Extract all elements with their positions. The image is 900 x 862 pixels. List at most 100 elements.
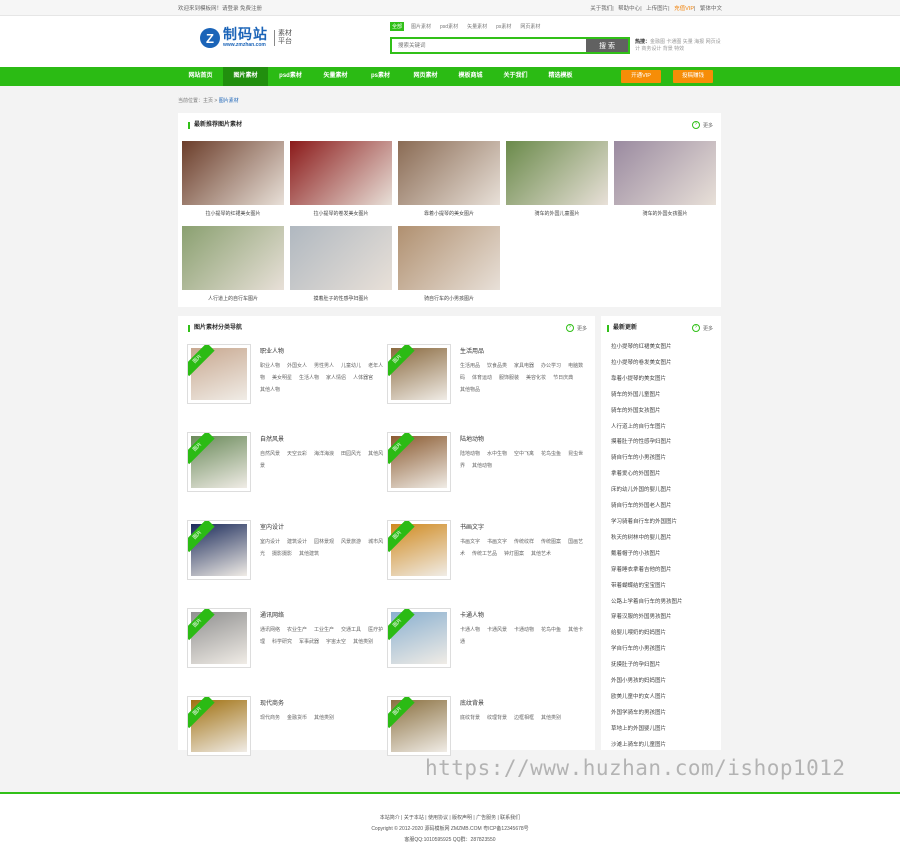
category-tag[interactable]: 空中飞禽 bbox=[514, 451, 534, 457]
category-tag[interactable]: 饮食品类 bbox=[487, 363, 507, 369]
category-tag[interactable]: 卡通动物 bbox=[514, 627, 534, 633]
latest-item[interactable]: 外国学骑车的男孩图片 bbox=[611, 706, 713, 722]
category-name[interactable]: 底纹背景 bbox=[460, 698, 585, 707]
category-tag[interactable]: 书画文字 bbox=[487, 539, 507, 545]
category-tag[interactable]: 花鸟中鱼 bbox=[541, 627, 561, 633]
category-thumbnail[interactable]: 图片 bbox=[387, 432, 451, 492]
recommend-item[interactable]: 骑车的外国儿童图片 bbox=[506, 141, 608, 217]
latest-item[interactable]: 靠着小提琴的美女图片 bbox=[611, 372, 713, 388]
category-tag[interactable]: 传统工艺品 bbox=[472, 551, 497, 557]
category-tag[interactable]: 现代商务 bbox=[260, 715, 280, 721]
recommend-item[interactable]: 拉小提琴的红裙美女图片 bbox=[182, 141, 284, 217]
latest-item[interactable]: 秋天的树林中的婴儿图片 bbox=[611, 531, 713, 547]
recommend-thumbnail[interactable] bbox=[506, 141, 608, 205]
latest-item[interactable]: 骑自行车的小男孩图片 bbox=[611, 451, 713, 467]
category-thumbnail[interactable]: 图片 bbox=[387, 344, 451, 404]
category-tag[interactable]: 边框相框 bbox=[514, 715, 534, 721]
recommend-caption[interactable]: 靠着小提琴的美女图片 bbox=[398, 210, 500, 217]
recommend-caption[interactable]: 骑车的外国儿童图片 bbox=[506, 210, 608, 217]
category-tag[interactable]: 风景旅游 bbox=[341, 539, 361, 545]
category-tag[interactable]: 钟灯图案 bbox=[504, 551, 524, 557]
top-link-about[interactable]: 关于我们 bbox=[590, 6, 612, 12]
category-tag[interactable]: 卡通人物 bbox=[460, 627, 480, 633]
latest-item[interactable]: 拿着爱心的外国图片 bbox=[611, 467, 713, 483]
category-tag[interactable]: 纹理背景 bbox=[487, 715, 507, 721]
search-tab-all[interactable]: 全部 bbox=[390, 22, 405, 31]
category-tag[interactable]: 其他艺术 bbox=[531, 551, 551, 557]
category-tag[interactable]: 金融货币 bbox=[287, 715, 307, 721]
recommend-more-link[interactable]: › 更多 bbox=[691, 121, 713, 129]
category-thumbnail[interactable]: 图片 bbox=[187, 344, 251, 404]
category-name[interactable]: 室内设计 bbox=[260, 522, 385, 531]
category-tag[interactable]: 工业生产 bbox=[314, 627, 334, 633]
category-tag[interactable]: 卡通风景 bbox=[487, 627, 507, 633]
category-tag[interactable]: 园林景观 bbox=[314, 539, 334, 545]
nav-featured[interactable]: 精选模板 bbox=[538, 67, 583, 86]
category-tag[interactable]: 通讯网络 bbox=[260, 627, 280, 633]
latest-item[interactable]: 公路上学着自行车的男孩图片 bbox=[611, 595, 713, 611]
recommend-item[interactable]: 摸着肚子的性感孕妇图片 bbox=[290, 226, 392, 302]
category-name[interactable]: 生活用品 bbox=[460, 346, 585, 355]
recommend-thumbnail[interactable] bbox=[398, 226, 500, 290]
nav-home[interactable]: 网站首页 bbox=[178, 67, 223, 86]
latest-item[interactable]: 欧美儿童中的女人图片 bbox=[611, 690, 713, 706]
nav-ps[interactable]: ps素材 bbox=[358, 67, 403, 86]
category-tag[interactable]: 宇宙太空 bbox=[326, 639, 346, 645]
latest-item[interactable]: 抚摸肚子的孕妇图片 bbox=[611, 658, 713, 674]
recommend-caption[interactable]: 人行道上的自行车图片 bbox=[182, 295, 284, 302]
category-thumbnail[interactable]: 图片 bbox=[187, 432, 251, 492]
latest-item[interactable]: 摸着肚子的性感孕妇图片 bbox=[611, 435, 713, 451]
category-tag[interactable]: 外国女人 bbox=[287, 363, 307, 369]
vip-button[interactable]: 开通VIP bbox=[621, 70, 661, 83]
breadcrumb-home[interactable]: 当前位置：主页 bbox=[178, 98, 213, 104]
category-tag[interactable]: 交通工具 bbox=[341, 627, 361, 633]
latest-item[interactable]: 给婴儿喂奶的妈妈图片 bbox=[611, 626, 713, 642]
latest-item[interactable]: 穿着汉服的外国男孩图片 bbox=[611, 610, 713, 626]
search-tab-vector[interactable]: 矢量素材 bbox=[465, 22, 489, 31]
category-thumbnail[interactable]: 图片 bbox=[187, 520, 251, 580]
category-tag[interactable]: 天空云彩 bbox=[287, 451, 307, 457]
search-button[interactable]: 搜 索 bbox=[586, 39, 628, 52]
category-tag[interactable]: 陆地动物 bbox=[460, 451, 480, 457]
recommend-caption[interactable]: 骑车的外国女孩图片 bbox=[614, 210, 716, 217]
latest-item[interactable]: 骑车的外国儿童图片 bbox=[611, 388, 713, 404]
category-more-link[interactable]: › 更多 bbox=[565, 324, 587, 332]
category-thumbnail[interactable]: 图片 bbox=[187, 608, 251, 668]
latest-item[interactable]: 人行道上的自行车图片 bbox=[611, 420, 713, 436]
nav-about[interactable]: 关于我们 bbox=[493, 67, 538, 86]
category-tag[interactable]: 服饰服装 bbox=[499, 375, 519, 381]
recommend-caption[interactable]: 骑自行车的小男孩图片 bbox=[398, 295, 500, 302]
latest-item[interactable]: 带着蝴蝶结的宝宝图片 bbox=[611, 579, 713, 595]
top-link-help[interactable]: 帮助中心 bbox=[618, 6, 640, 12]
category-thumbnail[interactable]: 图片 bbox=[387, 696, 451, 756]
category-tag[interactable]: 生活人物 bbox=[299, 375, 319, 381]
category-tag[interactable]: 水中生物 bbox=[487, 451, 507, 457]
category-thumbnail[interactable]: 图片 bbox=[387, 608, 451, 668]
category-tag[interactable]: 其他建筑 bbox=[299, 551, 319, 557]
category-tag[interactable]: 其他类别 bbox=[353, 639, 373, 645]
category-tag[interactable]: 其他类别 bbox=[541, 715, 561, 721]
category-tag[interactable]: 书画文字 bbox=[460, 539, 480, 545]
category-tag[interactable]: 摄影摄影 bbox=[272, 551, 292, 557]
recommend-thumbnail[interactable] bbox=[182, 226, 284, 290]
category-tag[interactable]: 生活用品 bbox=[460, 363, 480, 369]
category-name[interactable]: 通讯网络 bbox=[260, 610, 385, 619]
category-tag[interactable]: 家人情侣 bbox=[326, 375, 346, 381]
recommend-item[interactable]: 拉小提琴的卷发美女图片 bbox=[290, 141, 392, 217]
latest-item[interactable]: 沙滩上骑车的儿童图片 bbox=[611, 738, 713, 754]
category-tag[interactable]: 建筑设计 bbox=[287, 539, 307, 545]
nav-web[interactable]: 网页素材 bbox=[403, 67, 448, 86]
nav-psd[interactable]: psd素材 bbox=[268, 67, 313, 86]
recommend-thumbnail[interactable] bbox=[182, 141, 284, 205]
category-tag[interactable]: 其他物品 bbox=[460, 387, 480, 393]
category-name[interactable]: 职业人物 bbox=[260, 346, 385, 355]
category-tag[interactable]: 军事武器 bbox=[299, 639, 319, 645]
welcome-text[interactable]: 欢迎来到模板网！请登录 免费注册 bbox=[178, 4, 262, 12]
latest-item[interactable]: 骑车的外国女孩图片 bbox=[611, 404, 713, 420]
latest-item[interactable]: 拉小提琴的卷发美女图片 bbox=[611, 356, 713, 372]
category-tag[interactable]: 田园风光 bbox=[341, 451, 361, 457]
search-tab-psd[interactable]: psd素材 bbox=[438, 22, 460, 31]
footer-links[interactable]: 本站简介 | 关于本站 | 使用协议 | 版权声明 | 广告服务 | 联系我们 bbox=[0, 814, 900, 821]
category-tag[interactable]: 家具电器 bbox=[514, 363, 534, 369]
recommend-caption[interactable]: 拉小提琴的红裙美女图片 bbox=[182, 210, 284, 217]
